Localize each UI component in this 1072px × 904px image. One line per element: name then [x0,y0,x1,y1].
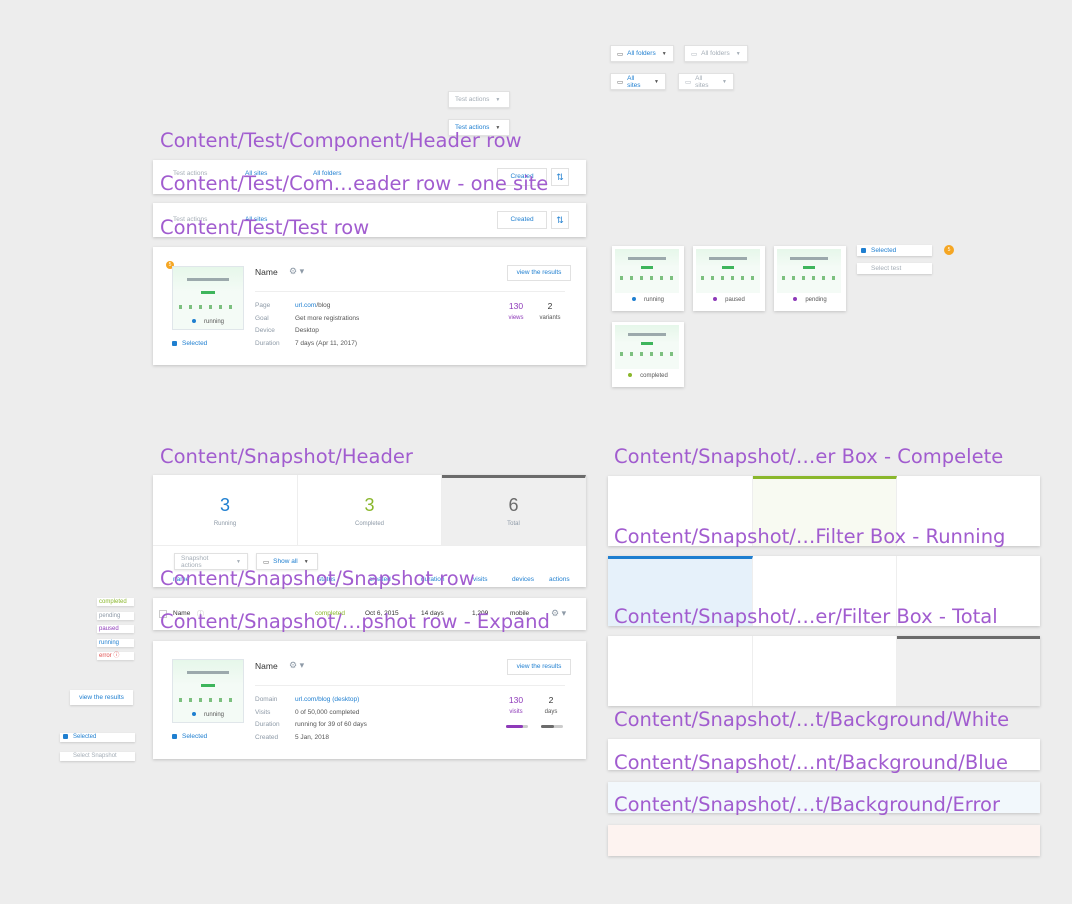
days-label: days [544,709,558,715]
variant-badge: 5 [944,245,954,255]
test-actions-dropdown-disabled[interactable]: Test actions ▼ [448,91,510,108]
test-row-card: 5 running Selected Name ⚙ ▾ view the res… [153,247,586,365]
caret-down-icon: ▼ [735,50,741,57]
folder-icon: ▭ [691,50,698,58]
status-thumbnail-card[interactable]: completed [612,322,684,387]
test-name: Name [255,267,278,277]
sort-order-icon[interactable]: ⇅ [551,168,569,186]
selected-checkbox[interactable]: Selected [172,340,207,347]
caret-down-icon: ▼ [654,78,659,85]
all-sites-dropdown-disabled[interactable]: ▭ All sites ▼ [678,73,734,90]
label-test-row: Content/Test/Test row [160,216,370,239]
status-thumbnail-card[interactable]: paused [693,246,765,311]
snapshot-row-expanded-card: running Selected Name ⚙ ▾ view the resul… [153,641,586,759]
monitor-icon: ▭ [617,78,624,86]
all-folders-dropdown-disabled[interactable]: ▭ All folders ▼ [684,45,748,62]
column-header-actions[interactable]: actions [549,576,570,583]
gear-icon[interactable]: ⚙ ▾ [289,660,304,671]
selected-checkbox[interactable]: Selected [60,733,135,742]
visits-label: visits [509,709,523,715]
snapshot-thumbnail[interactable]: running [172,659,244,723]
label-filter-complete: Content/Snapshot/…er Box - Compelete [614,445,1004,468]
created-sort-dropdown[interactable]: Created [497,211,547,229]
total-filter-box[interactable]: 6 Total [442,475,586,545]
label-header-row-one-site: Content/Test/Com…eader row - one site [160,172,549,195]
filter-box-total [608,636,1040,706]
status-dot [713,297,718,302]
error-icon: ⓘ [113,653,120,659]
caret-down-icon: ▼ [495,96,501,103]
status-chip: paused [97,625,134,633]
view-results-button[interactable]: view the results [507,659,571,675]
running-filter-box[interactable]: 3 Running [153,475,298,545]
view-results-button[interactable]: view the results [507,265,571,281]
column-header-visits[interactable]: visits [473,576,487,583]
visits-count: 130 [508,695,524,705]
label-bg-white: Content/Snapshot/…t/Background/White [614,708,1010,731]
label-snapshot-row: Content/Snapshot/Snapshot row [160,567,475,590]
status-dot [631,297,636,302]
label-bg-blue: Content/Snapshot/…nt/Background/Blue [614,751,1008,774]
caret-down-icon: ▼ [236,558,241,565]
filter-cell-total-active[interactable] [897,636,1040,706]
label-bg-error: Content/Snapshot/…t/Background/Error [614,793,1001,816]
variants-count: 2 [547,301,553,311]
test-thumbnail[interactable]: running [172,266,244,330]
background-error [608,825,1040,856]
caret-down-icon: ▼ [303,558,309,565]
status-thumbnail-card[interactable]: pending [774,246,846,311]
all-sites-dropdown[interactable]: ▭ All sites ▼ [610,73,666,90]
status-dot [793,297,798,302]
folder-icon: ▭ [617,50,624,58]
sort-order-icon[interactable]: ⇅ [551,211,569,229]
status-dot [628,373,633,378]
gear-icon[interactable]: ⚙ ▾ [551,608,566,619]
selected-checkbox[interactable]: Selected [857,245,932,256]
status-chip: running [97,638,134,647]
filter-cell-running[interactable] [608,636,753,706]
view-results-button[interactable]: view the results [70,690,133,705]
label-snapshot-row-expand: Content/Snapshot/…pshot row - Expand [160,610,550,633]
status-thumbnail-card[interactable]: running [612,246,684,311]
views-count: 130 [508,301,524,311]
column-header-devices[interactable]: devices [512,576,534,583]
label-filter-total: Content/Snapshot/…er/Filter Box - Total [614,605,998,628]
label-filter-running: Content/Snapshot/…Filter Box - Running [614,525,1006,548]
gear-icon[interactable]: ⚙ ▾ [289,266,304,277]
monitor-icon: ▭ [685,78,692,86]
caret-down-icon: ▼ [661,50,667,57]
visits-progress-bar [506,725,528,728]
days-progress-bar [541,725,563,728]
selected-checkbox[interactable]: Selected [172,733,207,740]
caret-down-icon: ▼ [722,78,727,85]
folder-icon: ▭ [263,558,270,566]
label-snapshot-header: Content/Snapshot/Header [160,445,413,468]
views-label: views [508,315,524,321]
snapshot-name: Name [255,661,278,671]
status-chip: pending [97,611,134,620]
completed-filter-box[interactable]: 3 Completed [298,475,442,545]
select-test-checkbox[interactable]: Select test [857,263,932,274]
status-chip: error ⓘ [97,652,134,660]
label-header-row: Content/Test/Component/Header row [160,129,522,152]
all-folders-dropdown[interactable]: ▭ All folders ▼ [610,45,674,62]
snapshot-details: Domain url.com/blog (desktop) Visits 0 of … [255,696,367,741]
status-chip: completed [97,598,134,606]
variants-label: variants [539,315,561,321]
test-details: Page url.com/blog Goal Get more registrati… [255,302,360,347]
days-count: 2 [548,695,554,705]
select-snapshot-checkbox[interactable]: Select Snapshot [60,752,135,761]
filter-cell-completed[interactable] [753,636,897,706]
